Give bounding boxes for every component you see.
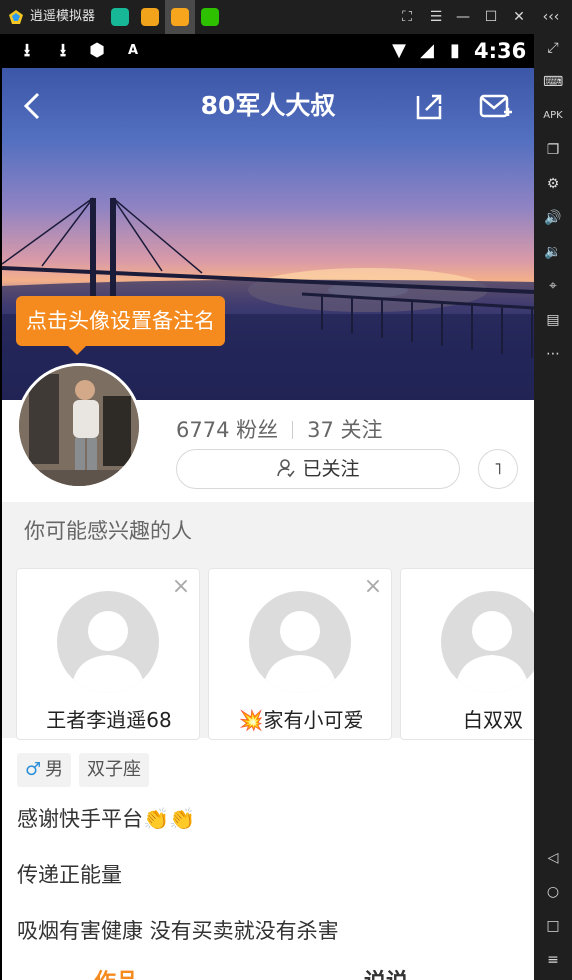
emulator-title-bar: 逍遥模拟器 ⛶ ☰ — ☐ ✕ ‹‹‹ xyxy=(0,0,572,34)
collapse-sidebar-icon[interactable]: ‹‹‹ xyxy=(542,8,560,26)
download-icon: ⭳ xyxy=(23,40,31,61)
follow-counts: 6774 粉丝 37 关注 xyxy=(176,416,383,444)
recommended-user-card[interactable]: × 王者李逍遥68 xyxy=(16,568,200,740)
keymap-icon[interactable]: ⛶ xyxy=(398,8,416,26)
dismiss-icon[interactable]: × xyxy=(171,576,191,598)
recommended-user-name: 王者李逍遥68 xyxy=(46,708,172,732)
fans-count[interactable]: 6774 粉丝 xyxy=(176,418,278,442)
recents-icon[interactable]: □ xyxy=(543,916,563,936)
recommended-user-name: 💥家有小可爱 xyxy=(238,708,364,732)
keyboard-icon[interactable]: ⌨ xyxy=(543,72,563,92)
battery-charging-icon: ▮ xyxy=(450,40,460,61)
gender-tag: ♂ 男 xyxy=(17,753,72,787)
notification-a-icon: A xyxy=(127,43,139,58)
default-avatar-icon xyxy=(441,591,534,693)
dismiss-icon[interactable]: × xyxy=(363,576,383,598)
bio-line-3: 吸烟有害健康 没有买卖就没有杀害 xyxy=(17,919,339,943)
default-avatar-icon xyxy=(57,591,159,693)
maximize-icon[interactable]: ☐ xyxy=(482,8,500,26)
android-menu-icon[interactable]: ≡ xyxy=(543,950,563,970)
gender-label: 男 xyxy=(45,759,64,780)
profile-screen: 80军人大叔 点击头像设置备注名 6774 粉丝 37 关注 已关注 ˥ 你可能… xyxy=(2,68,534,980)
more-options-button[interactable]: ˥ xyxy=(478,449,518,489)
emulator-side-toolbar: ⤢ ⌨ APK ❐ ⚙ 🔊 🔉 ⌖ ▤ ⋯ ◁ ○ □ ≡ xyxy=(534,34,572,980)
download-icon: ⭳ xyxy=(59,40,67,61)
volume-up-icon[interactable]: 🔊 xyxy=(543,208,563,228)
signal-icon: ◢ xyxy=(420,40,434,61)
profile-name: 80军人大叔 xyxy=(200,91,336,120)
menu-icon[interactable]: ☰ xyxy=(427,8,445,26)
settings-icon[interactable]: ⚙ xyxy=(543,174,563,194)
multi-window-icon[interactable]: ❐ xyxy=(543,140,563,160)
default-avatar-icon xyxy=(249,591,351,693)
recommended-users: 你可能感兴趣的人 × 王者李逍遥68 × 💥家有小可爱 白双双 xyxy=(2,502,534,740)
recommended-user-name: 白双双 xyxy=(463,708,523,732)
more-icon[interactable]: ⋯ xyxy=(543,344,563,364)
recommended-title: 你可能感兴趣的人 xyxy=(24,519,192,543)
bio-line-2: 传递正能量 xyxy=(17,863,122,887)
status-time: 4:36 xyxy=(474,39,527,63)
fullscreen-icon[interactable]: ⤢ xyxy=(543,38,563,58)
home-icon[interactable]: ○ xyxy=(543,882,563,902)
volume-down-icon[interactable]: 🔉 xyxy=(543,242,563,262)
wechat-shortcut[interactable] xyxy=(201,8,219,26)
bio-line-1: 感谢快手平台👏👏 xyxy=(17,807,196,831)
avatar[interactable] xyxy=(16,363,142,489)
app-notification-icon: ⬢ xyxy=(89,40,105,61)
minimize-icon[interactable]: — xyxy=(454,8,472,26)
zodiac-tag: 双子座 xyxy=(79,753,149,787)
wifi-icon: ▼ xyxy=(392,40,406,61)
back-icon[interactable]: ◁ xyxy=(543,848,563,868)
followed-label: 已关注 xyxy=(302,458,360,480)
close-icon[interactable]: ✕ xyxy=(510,8,528,26)
more-options-glyph: ˥ xyxy=(494,459,502,478)
following-count[interactable]: 37 关注 xyxy=(307,418,382,442)
app-shortcut-1[interactable] xyxy=(111,8,129,26)
tab-second[interactable]: 说说 xyxy=(364,964,408,980)
tab-works[interactable]: 作品 xyxy=(94,964,138,980)
followed-button[interactable]: 已关注 xyxy=(176,449,460,489)
count-divider xyxy=(292,421,294,439)
message-icon[interactable] xyxy=(478,88,512,124)
apk-icon[interactable]: APK xyxy=(543,106,563,126)
location-icon[interactable]: ⌖ xyxy=(543,276,563,296)
app-shortcut-2[interactable] xyxy=(141,8,159,26)
android-status-bar: ⭳ ⭳ ⬢ A ▼ ◢ ▮ 4:36 xyxy=(0,34,534,68)
emulator-title: 逍遥模拟器 xyxy=(30,9,96,24)
app-shortcut-3[interactable] xyxy=(171,8,189,26)
tooltip-tail xyxy=(68,346,86,355)
emulator-logo-icon xyxy=(9,10,23,24)
recommended-user-card[interactable]: × 💥家有小可爱 xyxy=(208,568,392,740)
share-icon[interactable] xyxy=(412,88,446,124)
user-check-icon xyxy=(277,459,296,478)
content-tabs: 作品 说说 xyxy=(2,962,534,980)
folder-icon[interactable]: ▤ xyxy=(543,310,563,330)
remark-tooltip[interactable]: 点击头像设置备注名 xyxy=(16,296,225,346)
male-icon: ♂ xyxy=(25,759,42,780)
recommended-user-card[interactable]: 白双双 xyxy=(400,568,534,740)
